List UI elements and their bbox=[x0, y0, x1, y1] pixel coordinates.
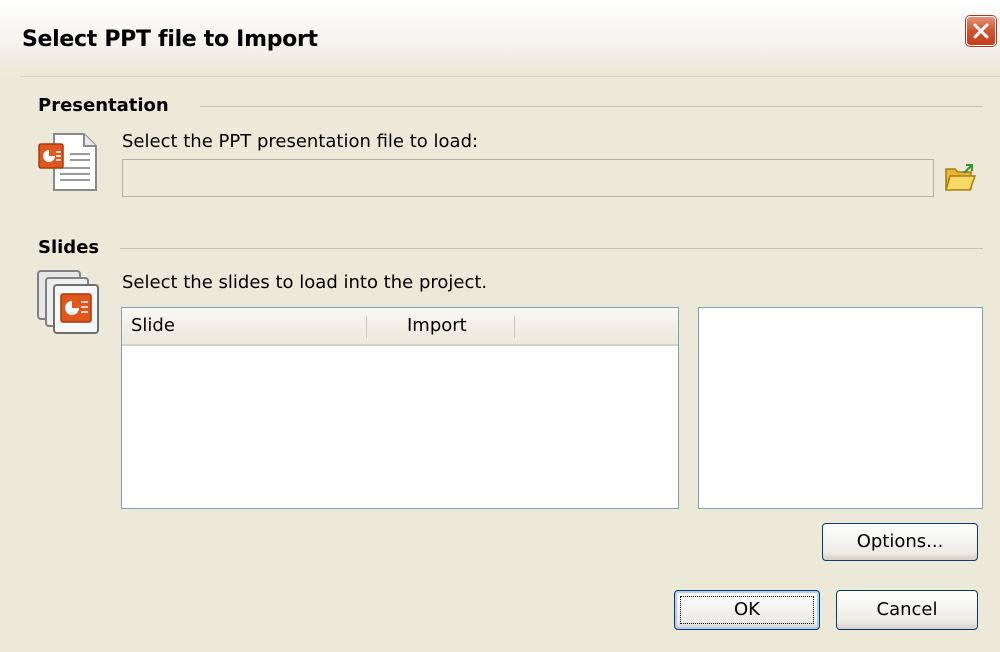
column-divider[interactable] bbox=[366, 316, 367, 338]
folder-open-icon[interactable] bbox=[944, 163, 976, 193]
focus-rect bbox=[680, 596, 814, 624]
slides-prompt: Select the slides to load into the proje… bbox=[122, 272, 488, 293]
slides-section-line bbox=[120, 248, 983, 249]
title-divider bbox=[20, 76, 1000, 77]
column-header-import[interactable]: Import bbox=[407, 308, 467, 344]
column-header-slide[interactable]: Slide bbox=[131, 308, 175, 344]
ppt-file-icon bbox=[38, 133, 97, 191]
slides-stack-icon bbox=[37, 270, 99, 334]
presentation-section-label: Presentation bbox=[38, 95, 169, 116]
close-button[interactable] bbox=[966, 16, 996, 46]
close-icon bbox=[973, 23, 989, 39]
ok-button[interactable]: OK bbox=[674, 590, 820, 630]
dialog-title: Select PPT file to Import bbox=[22, 27, 318, 52]
slide-preview-pane bbox=[698, 307, 983, 509]
options-button[interactable]: Options... bbox=[822, 523, 978, 561]
slides-section-label: Slides bbox=[38, 237, 100, 258]
slides-list[interactable]: Slide Import bbox=[121, 307, 679, 509]
presentation-section-line bbox=[200, 106, 983, 107]
title-bar[interactable]: Select PPT file to Import bbox=[0, 0, 1000, 76]
slides-list-header: Slide Import bbox=[122, 308, 678, 346]
select-ppt-dialog: Select PPT file to Import Presentation S… bbox=[0, 0, 1000, 652]
presentation-prompt: Select the PPT presentation file to load… bbox=[122, 131, 479, 152]
column-divider[interactable] bbox=[514, 316, 515, 338]
cancel-button[interactable]: Cancel bbox=[836, 590, 978, 630]
ppt-file-path-field[interactable] bbox=[122, 159, 934, 197]
